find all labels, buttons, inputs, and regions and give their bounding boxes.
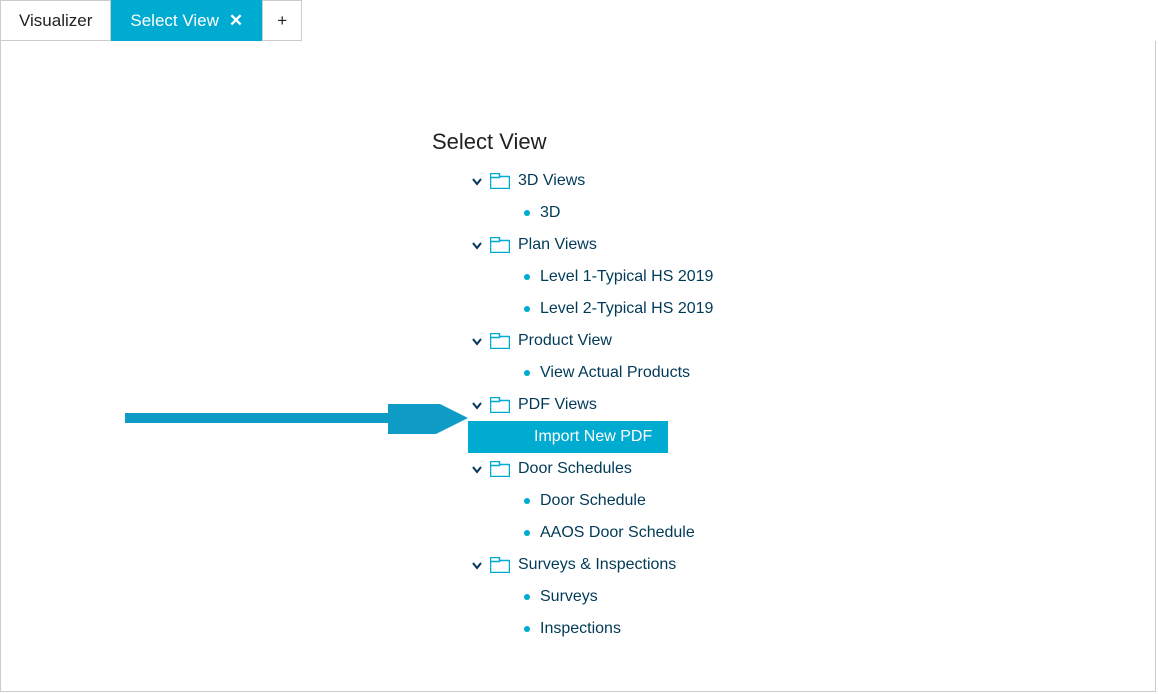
bullet-icon [524,498,530,504]
tree-item-label: View Actual Products [540,364,690,382]
tab-add[interactable]: + [262,0,302,41]
tree-item-label: AAOS Door Schedule [540,524,695,542]
bullet-icon [524,626,530,632]
chevron-down-icon[interactable] [468,172,486,190]
bullet-icon [524,210,530,216]
tree-folder[interactable]: Surveys & Inspections [468,549,768,581]
bullet-icon [524,274,530,280]
annotation-arrow [120,404,470,434]
tree-item[interactable]: 3D [468,197,768,229]
tree-item[interactable]: Door Schedule [468,485,768,517]
chevron-down-icon[interactable] [468,332,486,350]
tree-folder[interactable]: PDF Views [468,389,768,421]
folder-icon [490,237,510,253]
chevron-down-icon[interactable] [468,396,486,414]
chevron-down-icon[interactable] [468,556,486,574]
tree-item[interactable]: Import New PDF [468,421,668,453]
bullet-icon [524,530,530,536]
bullet-icon [524,306,530,312]
close-icon[interactable]: ✕ [229,11,243,31]
tree-item-label: Inspections [540,620,621,638]
bullet-icon [524,594,530,600]
tree-item[interactable]: Surveys [468,581,768,613]
page-heading: Select View [432,129,547,155]
tree-folder[interactable]: Product View [468,325,768,357]
tab-visualizer-label: Visualizer [19,11,92,31]
chevron-down-icon[interactable] [468,236,486,254]
chevron-down-icon[interactable] [468,460,486,478]
tree-folder[interactable]: Door Schedules [468,453,768,485]
folder-icon [490,173,510,189]
tree-folder-label: Plan Views [518,236,597,254]
tree-item[interactable]: Level 1-Typical HS 2019 [468,261,768,293]
tree-folder-label: PDF Views [518,396,597,414]
view-tree: 3D Views 3D Plan Views Level 1-Typical HS 2… [468,165,768,645]
tree-folder-label: 3D Views [518,172,585,190]
tree-folder-label: Surveys & Inspections [518,556,676,574]
tree-item-label: 3D [540,204,560,222]
plus-icon: + [277,11,287,31]
content-panel: Select View 3D Views 3D Plan Views Level 1-… [1,41,1155,691]
tab-bar: Visualizer Select View ✕ + [0,0,1158,41]
tree-item[interactable]: View Actual Products [468,357,768,389]
tree-folder[interactable]: 3D Views [468,165,768,197]
tree-item[interactable]: AAOS Door Schedule [468,517,768,549]
folder-icon [490,461,510,477]
tree-item-label: Surveys [540,588,598,606]
tab-select-view[interactable]: Select View ✕ [111,0,262,41]
tree-item[interactable]: Level 2-Typical HS 2019 [468,293,768,325]
tree-item-label: Import New PDF [534,428,652,446]
folder-icon [490,333,510,349]
tree-folder[interactable]: Plan Views [468,229,768,261]
folder-icon [490,557,510,573]
tree-item-label: Door Schedule [540,492,646,510]
tree-item-label: Level 2-Typical HS 2019 [540,300,713,318]
folder-icon [490,397,510,413]
tree-item-label: Level 1-Typical HS 2019 [540,268,713,286]
tab-visualizer[interactable]: Visualizer [0,0,111,41]
tab-select-view-label: Select View [130,11,219,31]
bullet-icon [524,370,530,376]
tree-folder-label: Door Schedules [518,460,632,478]
tree-folder-label: Product View [518,332,612,350]
tree-item[interactable]: Inspections [468,613,768,645]
